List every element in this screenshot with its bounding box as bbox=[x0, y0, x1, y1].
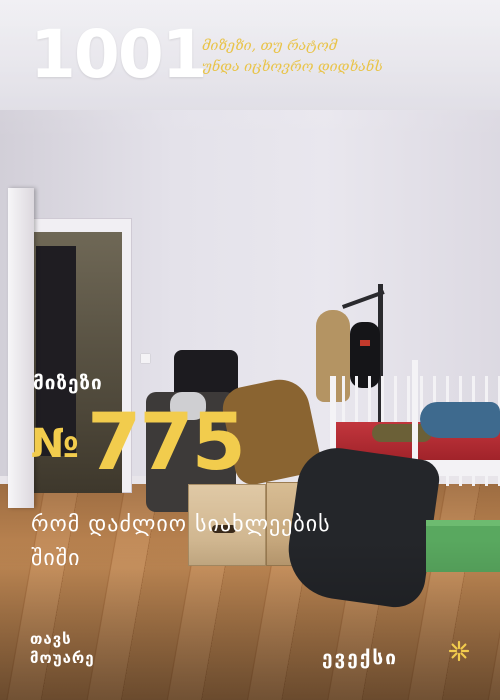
header-number: 1001 bbox=[30, 16, 208, 93]
backpack-badge bbox=[360, 340, 370, 346]
left-brand-logo: თავს მოუარე bbox=[30, 630, 95, 668]
reason-text-line: შიში bbox=[31, 546, 81, 571]
reason-text-line: რომ დაძლიო სიახლეების bbox=[31, 512, 331, 537]
tagline-line: მიზეზი, თუ რატომ bbox=[202, 38, 337, 54]
reason-text: რომ დაძლიო სიახლეების შიში bbox=[31, 508, 471, 576]
tagline-line: უნდა იცხოვრო დიდხანს bbox=[202, 59, 383, 75]
poster: 1001 მიზეზი, თუ რატომ უნდა იცხოვრო დიდხა… bbox=[0, 0, 500, 700]
star-burst-icon bbox=[448, 640, 470, 662]
light-switch bbox=[141, 354, 150, 363]
reason-number: № 775 bbox=[31, 404, 246, 482]
bed-clothes bbox=[420, 402, 500, 438]
reason-label: მიზეზი bbox=[33, 372, 103, 394]
logo-line: თავს bbox=[30, 630, 72, 648]
number-sign: № bbox=[31, 421, 80, 467]
header-tagline: მიზეზი, თუ რატომ უნდა იცხოვრო დიდხანს bbox=[202, 36, 422, 78]
number-value: 775 bbox=[87, 398, 246, 488]
right-brand-logo: ევექსი bbox=[322, 647, 398, 669]
logo-line: მოუარე bbox=[30, 649, 95, 667]
